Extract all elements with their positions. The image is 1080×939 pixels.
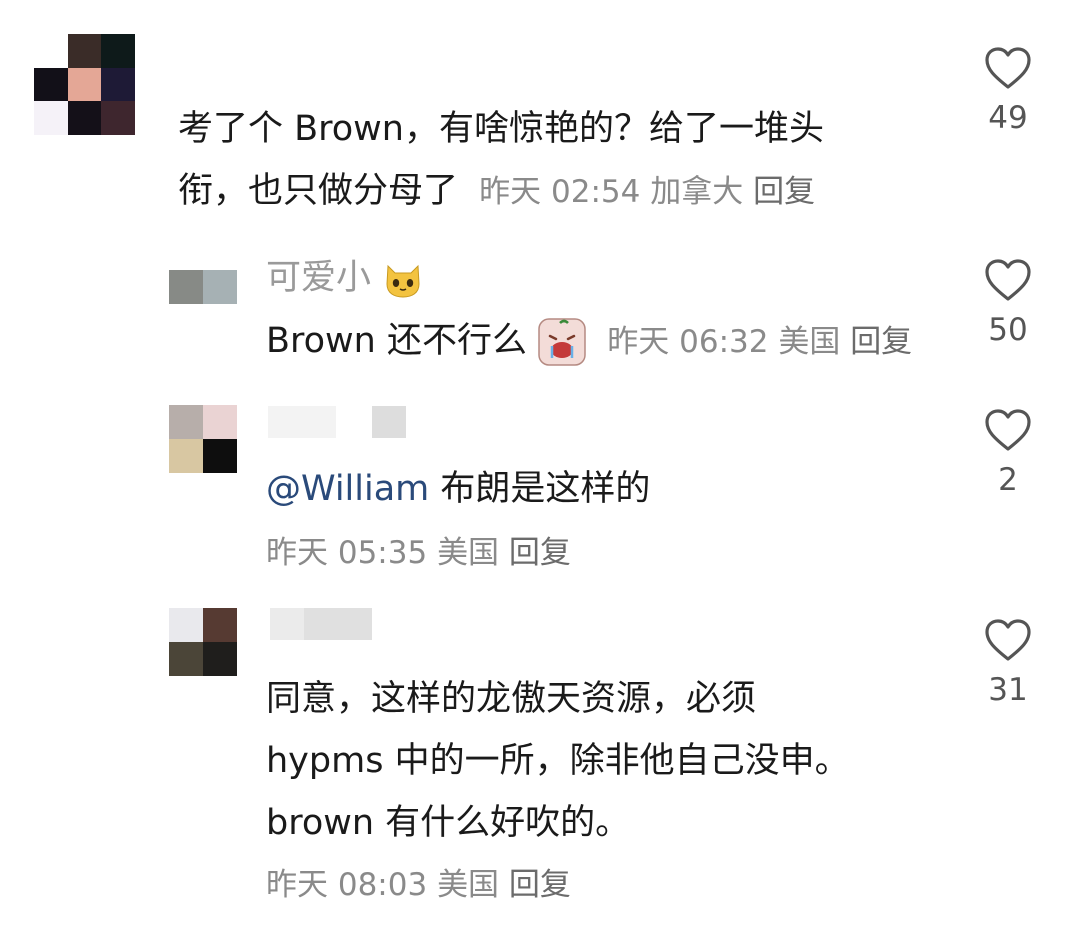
comment-text: 同意，这样的龙傲天资源，必须 — [266, 668, 756, 730]
cat-emoji-icon — [386, 264, 420, 298]
mention-link[interactable]: @William — [266, 469, 429, 509]
username[interactable]: 可爱小 — [266, 256, 424, 300]
comment-meta: 昨天 06:32 美国 回复 — [607, 324, 912, 360]
username-redacted[interactable] — [270, 608, 372, 640]
avatar-pixel — [203, 608, 237, 642]
like-button[interactable]: 31 — [968, 618, 1048, 710]
like-count: 31 — [988, 672, 1028, 708]
like-count: 2 — [998, 462, 1018, 498]
comment-line: 同意，这样的龙傲天资源，必须 — [266, 679, 757, 719]
heart-outline-icon — [985, 619, 1031, 661]
avatar-pixel — [34, 34, 68, 68]
avatar-pixel — [67, 67, 102, 102]
comment-line: 考了个 Brown，有啥惊艳的？给了一堆头 — [178, 109, 824, 149]
comment-text: Brown 还不行么 昨天 06:32 美国 回复 — [266, 310, 912, 373]
location: 美国 — [778, 324, 841, 360]
reply-button[interactable]: 回复 — [753, 174, 815, 210]
comment-line: brown 有什么好吹的。 — [266, 803, 631, 843]
avatar-pixel — [34, 67, 68, 102]
comment-text: @William 布朗是这样的 — [266, 458, 650, 520]
comment-text: 衔，也只做分母了 昨天 02:54 加拿大 回复 — [178, 160, 815, 223]
comment-text: 考了个 Brown，有啥惊艳的？给了一堆头 — [178, 98, 824, 160]
timestamp: 昨天 06:32 — [607, 324, 769, 360]
avatar-pixel — [34, 101, 68, 135]
comment-line: hypms 中的一所，除非他自己没申。 — [266, 741, 850, 781]
avatar-pixel — [203, 236, 237, 270]
location: 美国 — [437, 535, 500, 571]
heart-outline-icon — [985, 47, 1031, 89]
avatar-pixel — [169, 236, 203, 270]
comment-meta: 昨天 02:54 加拿大 回复 — [479, 174, 815, 210]
like-count: 50 — [988, 312, 1028, 348]
location: 美国 — [437, 867, 500, 903]
like-button[interactable]: 2 — [968, 408, 1048, 500]
like-count: 49 — [988, 100, 1028, 136]
timestamp: 昨天 02:54 — [479, 174, 641, 210]
comment-meta: 昨天 08:03 美国 回复 — [266, 865, 571, 905]
location: 加拿大 — [650, 174, 744, 210]
avatar-pixel — [169, 439, 203, 473]
avatar-pixel — [101, 34, 135, 68]
comment-line: Brown 还不行么 — [266, 321, 527, 361]
avatar-pixel — [101, 101, 135, 135]
avatar-pixel — [169, 270, 203, 304]
avatar-pixel — [67, 101, 102, 135]
comment-text: brown 有什么好吹的。 — [266, 792, 630, 854]
comment-line: 衔，也只做分母了 — [178, 171, 459, 211]
avatar[interactable] — [169, 236, 237, 304]
avatar-pixel — [169, 608, 203, 642]
avatar-pixel — [203, 405, 237, 439]
crying-face-emoji-icon — [538, 318, 586, 366]
avatar-pixel — [203, 439, 237, 473]
heart-outline-icon — [985, 259, 1031, 301]
avatar-pixel — [169, 642, 203, 676]
timestamp: 昨天 05:35 — [266, 535, 428, 571]
avatar-pixel — [101, 67, 135, 102]
avatar-pixel — [67, 34, 102, 68]
avatar-pixel — [169, 405, 203, 439]
avatar[interactable] — [169, 405, 237, 473]
reply-button[interactable]: 回复 — [850, 324, 912, 360]
avatar-pixel — [203, 642, 237, 676]
username-redacted[interactable] — [268, 406, 406, 438]
avatar[interactable] — [169, 608, 237, 676]
heart-outline-icon — [985, 409, 1031, 451]
like-button[interactable]: 50 — [968, 258, 1048, 350]
comment-text: hypms 中的一所，除非他自己没申。 — [266, 730, 850, 792]
comment-meta: 昨天 05:35 美国 回复 — [266, 533, 571, 573]
avatar[interactable] — [34, 34, 135, 135]
avatar-pixel — [203, 270, 237, 304]
reply-button[interactable]: 回复 — [509, 535, 571, 571]
like-button[interactable]: 49 — [968, 46, 1048, 138]
username-text: 可爱小 — [266, 258, 372, 298]
reply-button[interactable]: 回复 — [509, 867, 571, 903]
comment-line: 布朗是这样的 — [440, 469, 651, 509]
timestamp: 昨天 08:03 — [266, 867, 428, 903]
